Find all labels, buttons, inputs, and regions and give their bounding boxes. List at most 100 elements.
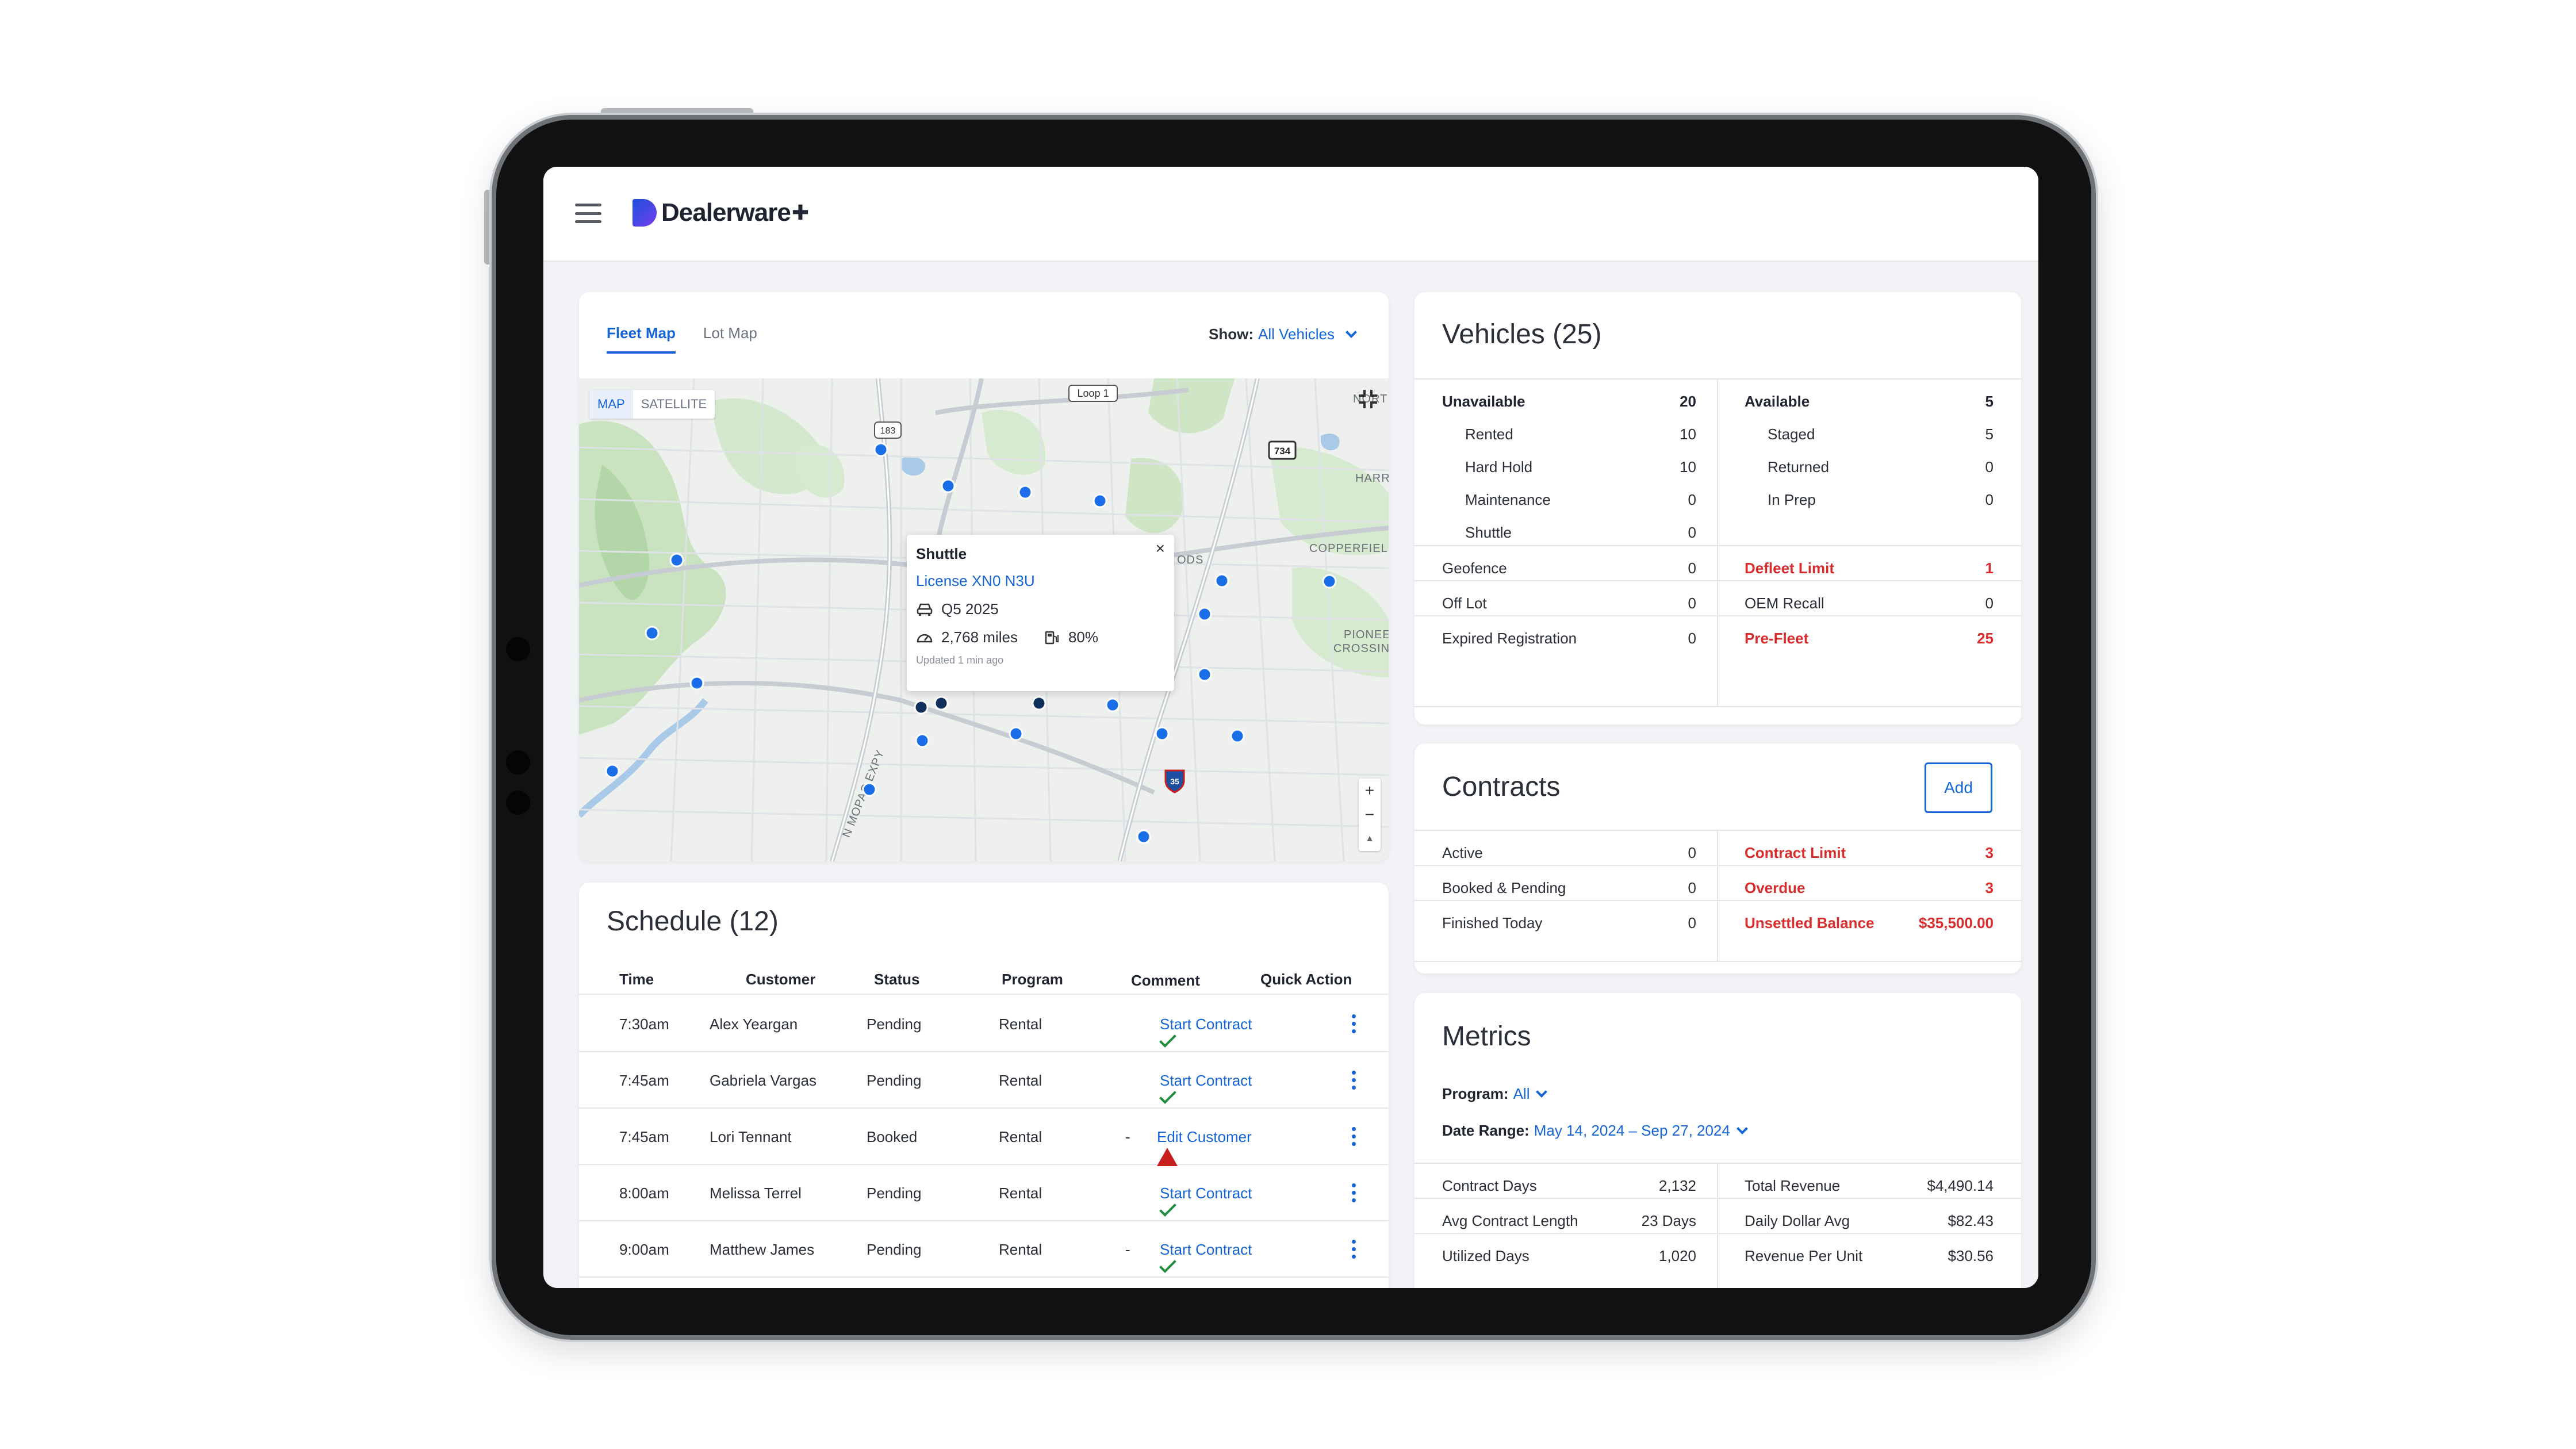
more-options-icon[interactable]: [1352, 1071, 1356, 1090]
vehicle-marker[interactable]: [941, 478, 956, 493]
vehicles-title: Vehicles (25): [1442, 319, 1602, 350]
table-row[interactable]: 7:30am Alex Yeargan Pending Rental Start Con…: [579, 996, 1389, 1052]
zoom-in-button[interactable]: +: [1359, 779, 1381, 803]
vehicle-sub-label[interactable]: Hard Hold: [1465, 458, 1532, 476]
table-row[interactable]: 7:45am Lori Tennant Booked Rental - Edit Cust…: [579, 1109, 1389, 1166]
show-filter-dropdown[interactable]: Show: All Vehicles: [1209, 325, 1357, 343]
metric-stat-label[interactable]: Contract Days: [1442, 1177, 1537, 1195]
table-row[interactable]: 9:00am Matthew James Pending Rental - Start C…: [579, 1221, 1389, 1278]
vehicle-stat-label[interactable]: Defleet Limit: [1745, 559, 1834, 577]
vehicle-marker[interactable]: [1032, 696, 1046, 711]
vehicle-marker[interactable]: [1197, 667, 1212, 682]
map-canvas[interactable]: 183 Loop 1 734 35 COPPERFIELD HARRI: [579, 378, 1389, 861]
map-type-map[interactable]: MAP: [589, 390, 633, 419]
vehicle-stat-label[interactable]: Off Lot: [1442, 595, 1487, 612]
vehicle-marker[interactable]: [645, 626, 660, 641]
vehicle-marker[interactable]: [605, 764, 620, 779]
cell-comment: -: [1125, 1241, 1130, 1258]
available-label[interactable]: Available: [1745, 393, 1810, 411]
vehicle-marker[interactable]: [915, 733, 930, 748]
contract-stat-label[interactable]: Overdue: [1745, 879, 1805, 897]
vehicle-stat-value: 0: [1688, 630, 1696, 647]
date-range-filter[interactable]: Date Range: May 14, 2024 – Sep 27, 2024: [1442, 1122, 1748, 1140]
metric-stat-label[interactable]: Daily Dollar Avg: [1745, 1212, 1850, 1230]
brand-logo[interactable]: Dealerware ✚: [632, 198, 809, 227]
fullscreen-exit-icon[interactable]: [1356, 388, 1379, 411]
vehicle-sub-label[interactable]: Staged: [1768, 425, 1815, 443]
contract-stat-label[interactable]: Booked & Pending: [1442, 879, 1566, 897]
vehicle-marker[interactable]: [669, 553, 684, 568]
vehicle-marker[interactable]: [1018, 485, 1033, 500]
table-row[interactable]: 7:45am Gabriela Vargas Pending Rental Start …: [579, 1052, 1389, 1109]
map-type-satellite[interactable]: SATELLITE: [633, 390, 715, 419]
contract-stat-label[interactable]: Active: [1442, 844, 1483, 862]
metrics-card: Metrics Program: All Date Range: May 14,…: [1414, 993, 2021, 1288]
vehicle-stat-label[interactable]: Expired Registration: [1442, 630, 1577, 647]
add-contract-button[interactable]: Add: [1925, 762, 1992, 813]
quick-action-link[interactable]: Start Contract: [1159, 1015, 1252, 1048]
program-filter[interactable]: Program: All: [1442, 1085, 1548, 1103]
vehicle-sub-label[interactable]: Rented: [1465, 425, 1513, 443]
vehicle-marker[interactable]: [1136, 829, 1151, 844]
metric-stat-label[interactable]: Total Revenue: [1745, 1177, 1840, 1195]
vehicle-marker[interactable]: [862, 782, 877, 797]
contract-stat-label[interactable]: Unsettled Balance: [1745, 914, 1874, 932]
more-options-icon[interactable]: [1352, 1014, 1356, 1033]
quick-action-link[interactable]: Edit Customer: [1157, 1128, 1252, 1166]
metric-stat-label[interactable]: Utilized Days: [1442, 1247, 1529, 1265]
metric-stat-value: $4,490.14: [1927, 1177, 1994, 1194]
cell-time: 7:45am: [619, 1072, 669, 1089]
vehicle-marker[interactable]: [1230, 729, 1245, 743]
vehicle-marker[interactable]: [914, 700, 929, 715]
popup-license-link[interactable]: License XN0 N3U: [916, 572, 1165, 590]
more-options-icon[interactable]: [1352, 1127, 1356, 1146]
vehicle-marker[interactable]: [1322, 574, 1337, 589]
vehicle-marker[interactable]: [873, 442, 888, 457]
column-status[interactable]: Status: [874, 971, 919, 988]
vehicle-marker[interactable]: [1105, 697, 1120, 712]
column-time[interactable]: Time: [619, 971, 654, 988]
vehicle-stat-value: 1: [1985, 559, 1994, 577]
more-options-icon[interactable]: [1352, 1240, 1356, 1259]
contract-stat-label[interactable]: Finished Today: [1442, 914, 1542, 932]
vehicle-marker[interactable]: [934, 696, 949, 711]
column-program[interactable]: Program: [1002, 971, 1063, 988]
unavailable-label[interactable]: Unavailable: [1442, 393, 1525, 411]
vehicle-stat-label[interactable]: Geofence: [1442, 559, 1507, 577]
quick-action-label: Start Contract: [1160, 1015, 1252, 1033]
quick-action-link[interactable]: Start Contract: [1159, 1184, 1252, 1217]
vehicle-sub-label[interactable]: Shuttle: [1465, 524, 1512, 542]
more-options-icon[interactable]: [1352, 1183, 1356, 1202]
tab-fleet-map[interactable]: Fleet Map: [607, 324, 676, 354]
metric-stat-label[interactable]: Revenue Per Unit: [1745, 1247, 1862, 1265]
vehicle-sub-label[interactable]: Maintenance: [1465, 491, 1551, 509]
logo-mark-icon: [632, 199, 657, 227]
table-row[interactable]: 8:00am Melissa Terrel Pending Rental Start C…: [579, 1165, 1389, 1221]
vehicle-marker[interactable]: [1009, 726, 1023, 741]
vehicle-marker[interactable]: [1155, 726, 1170, 741]
zoom-out-button[interactable]: −: [1359, 803, 1381, 827]
menu-icon[interactable]: [575, 204, 601, 223]
close-icon[interactable]: ×: [1156, 539, 1165, 558]
quick-action-link[interactable]: Start Contract: [1159, 1072, 1252, 1104]
compass-icon[interactable]: ▲: [1359, 827, 1381, 851]
vehicle-stat-label[interactable]: Pre-Fleet: [1745, 630, 1808, 647]
vehicle-stat-label[interactable]: OEM Recall: [1745, 595, 1824, 612]
unavailable-value: 20: [1680, 393, 1696, 410]
vehicle-sub-label[interactable]: Returned: [1768, 458, 1829, 476]
vehicle-marker[interactable]: [1197, 607, 1212, 622]
column-comment[interactable]: Comment: [1131, 972, 1200, 990]
column-customer[interactable]: Customer: [746, 971, 815, 988]
cell-status: Pending: [867, 1241, 922, 1258]
tab-lot-map[interactable]: Lot Map: [703, 324, 757, 354]
quick-action-link[interactable]: Start Contract: [1159, 1241, 1252, 1273]
vehicle-marker[interactable]: [1092, 493, 1107, 508]
contract-stat-label[interactable]: Contract Limit: [1745, 844, 1846, 862]
vehicle-marker[interactable]: [689, 676, 704, 691]
place-label-harris: HARRI: [1355, 472, 1389, 485]
vehicle-sub-label[interactable]: In Prep: [1768, 491, 1816, 509]
column-quick-action[interactable]: Quick Action: [1260, 971, 1352, 988]
vehicle-marker[interactable]: [1214, 573, 1229, 588]
cell-program: Rental: [999, 1241, 1042, 1258]
metric-stat-label[interactable]: Avg Contract Length: [1442, 1212, 1578, 1230]
